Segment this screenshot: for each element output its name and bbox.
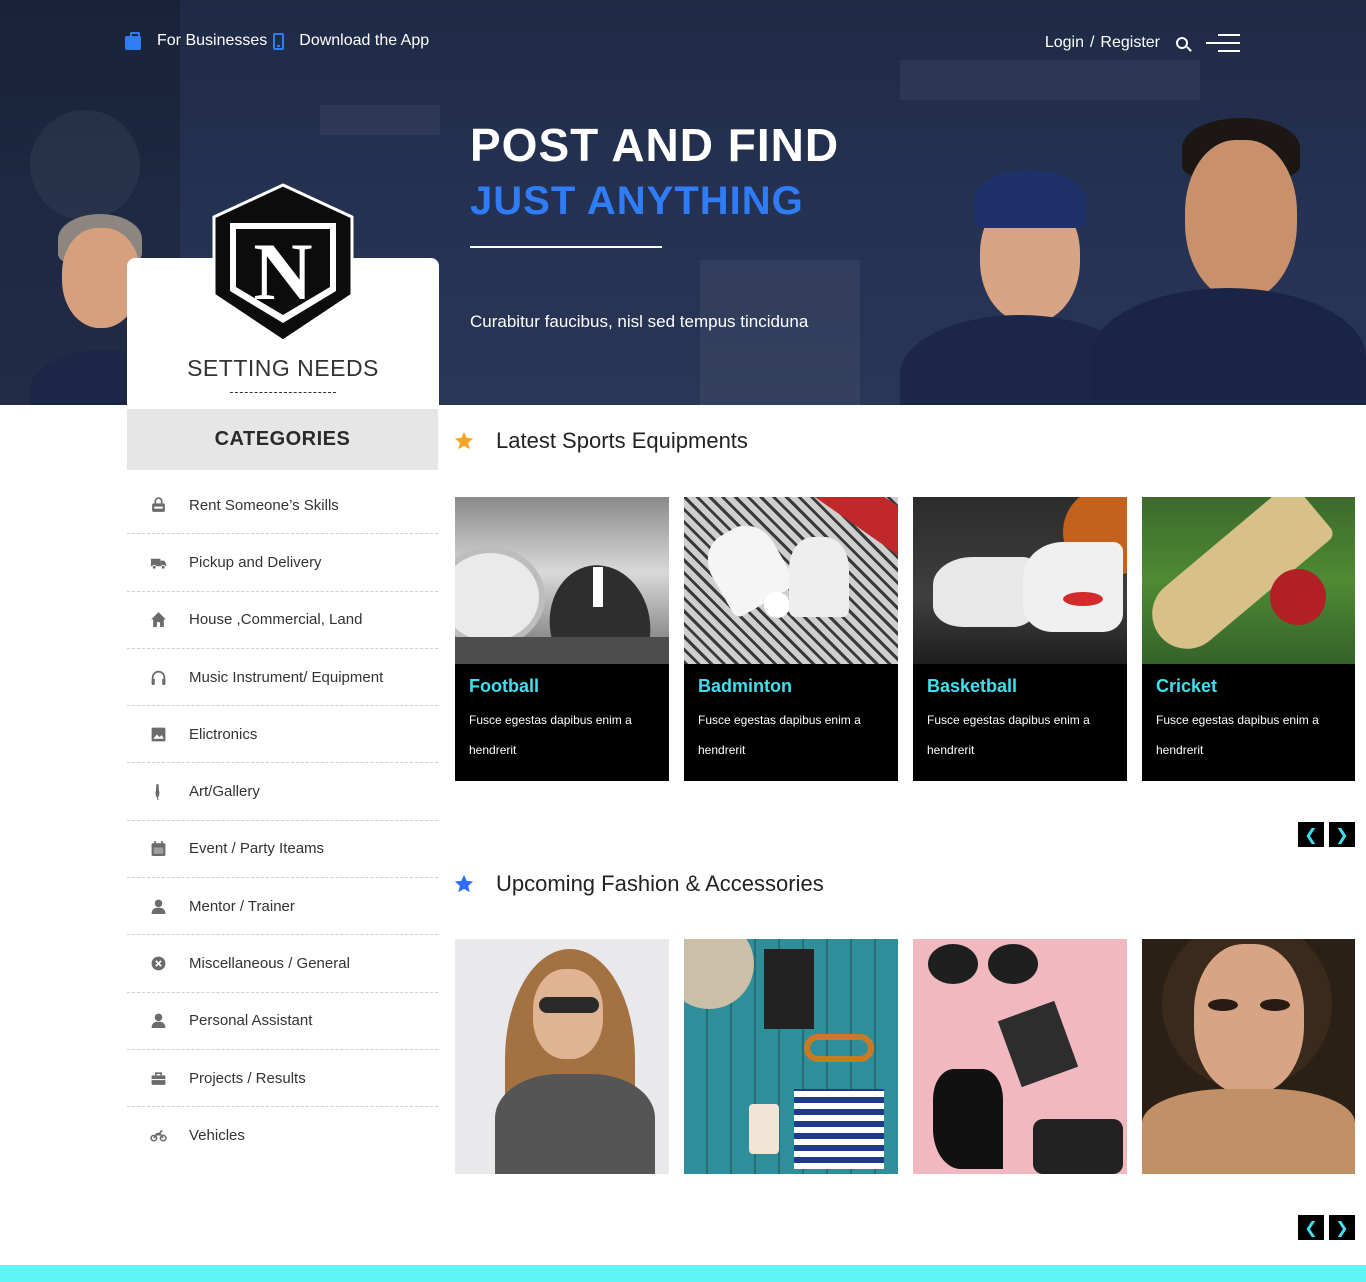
categories-list: Rent Someone’s Skills Pickup and Deliver… [127, 477, 438, 1165]
download-app-link[interactable]: Download the App [299, 32, 429, 50]
briefcase-icon [125, 32, 141, 50]
sport-card-badminton[interactable]: Badminton Fusce egestas dapibus enim a h… [684, 497, 898, 781]
briefcase-icon [127, 1070, 189, 1087]
category-item-music[interactable]: Music Instrument/ Equipment [127, 649, 438, 707]
star-icon [454, 431, 474, 450]
football-image [455, 497, 669, 664]
rent-icon [127, 496, 189, 514]
motorbike-icon [127, 1127, 189, 1144]
fashion-card-1[interactable] [455, 939, 669, 1174]
card-description: Fusce egestas dapibus enim a hendrerit [698, 713, 861, 757]
category-label: Pickup and Delivery [189, 553, 322, 571]
search-icon[interactable] [1176, 37, 1188, 49]
fashion-next-button[interactable]: ❯ [1329, 1215, 1355, 1240]
basketball-image [913, 497, 1127, 664]
category-item-house[interactable]: House ,Commercial, Land [127, 592, 438, 649]
fashion-card-3[interactable] [913, 939, 1127, 1174]
card-title: Basketball [927, 676, 1018, 696]
brand-logo-letter: N [253, 226, 312, 317]
category-item-vehicles[interactable]: Vehicles [127, 1107, 438, 1164]
category-label: Music Instrument/ Equipment [189, 668, 384, 686]
sports-prev-button[interactable]: ❮ [1298, 822, 1324, 847]
sport-card-basketball[interactable]: Basketball Fusce egestas dapibus enim a … [913, 497, 1127, 781]
category-item-mentor[interactable]: Mentor / Trainer [127, 878, 438, 936]
phone-icon [273, 32, 285, 50]
sport-card-football[interactable]: Football Fusce egestas dapibus enim a he… [455, 497, 669, 781]
brand-name: SETTING NEEDS [187, 355, 379, 381]
category-item-miscellaneous[interactable]: Miscellaneous / General [127, 935, 438, 993]
brand-underline [230, 392, 336, 393]
category-label: House ,Commercial, Land [189, 611, 363, 629]
fashion-card-2[interactable] [684, 939, 898, 1174]
category-label: Event / Party Iteams [189, 840, 325, 858]
category-item-projects[interactable]: Projects / Results [127, 1050, 438, 1108]
hero-tagline: Curabitur faucibus, nisl sed tempus tinc… [470, 312, 809, 331]
hamburger-menu-icon[interactable] [1206, 34, 1240, 52]
card-description: Fusce egestas dapibus enim a hendrerit [927, 713, 1090, 757]
user-icon [127, 1012, 189, 1029]
topbar-left: For Businesses Download the App [125, 32, 429, 50]
hero-headline-line2: JUST ANYTHING [470, 179, 804, 223]
hero-divider [470, 246, 662, 248]
category-item-art-gallery[interactable]: Art/Gallery [127, 763, 438, 821]
image-icon [127, 726, 189, 743]
cricket-image [1142, 497, 1355, 664]
sports-section-title: Latest Sports Equipments [454, 428, 748, 454]
fashion-card-4[interactable] [1142, 939, 1355, 1174]
category-label: Projects / Results [189, 1069, 306, 1087]
card-description: Fusce egestas dapibus enim a hendrerit [1156, 713, 1319, 757]
login-separator: / [1089, 34, 1095, 51]
hero-headline-line1: POST AND FIND [470, 119, 840, 171]
headphones-icon [127, 669, 189, 686]
topbar-right: Login / Register [1045, 34, 1240, 52]
sport-card-cricket[interactable]: Cricket Fusce egestas dapibus enim a hen… [1142, 497, 1355, 781]
close-circle-icon [127, 955, 189, 972]
category-label: Vehicles [189, 1127, 245, 1145]
star-icon [454, 874, 474, 893]
fashion-image-model [1142, 939, 1355, 1174]
register-link[interactable]: Register [1100, 34, 1160, 52]
for-businesses-link[interactable]: For Businesses [157, 32, 267, 50]
category-label: Elictronics [189, 725, 258, 743]
home-icon [127, 611, 189, 628]
category-item-event-party[interactable]: Event / Party Iteams [127, 821, 438, 879]
category-item-personal-assistant[interactable]: Personal Assistant [127, 993, 438, 1050]
card-title: Football [469, 676, 539, 696]
sports-next-button[interactable]: ❯ [1329, 822, 1355, 847]
card-title: Badminton [698, 676, 792, 696]
badminton-image [684, 497, 898, 664]
user-icon [127, 898, 189, 915]
login-link[interactable]: Login [1045, 34, 1084, 52]
calendar-icon [127, 840, 189, 857]
category-item-rent-skills[interactable]: Rent Someone’s Skills [127, 477, 438, 535]
fashion-prev-button[interactable]: ❮ [1298, 1215, 1324, 1240]
category-label: Miscellaneous / General [189, 955, 350, 973]
fashion-image-woman [455, 939, 669, 1174]
category-label: Art/Gallery [189, 783, 260, 801]
brush-icon [127, 783, 189, 801]
footer-bar [0, 1265, 1366, 1282]
category-label: Personal Assistant [189, 1012, 313, 1030]
brand-logo[interactable]: N [210, 183, 356, 343]
category-item-pickup-delivery[interactable]: Pickup and Delivery [127, 534, 438, 592]
fashion-section-heading: Upcoming Fashion & Accessories [496, 871, 824, 896]
fashion-section-title: Upcoming Fashion & Accessories [454, 871, 824, 897]
fashion-image-makeup [913, 939, 1127, 1174]
fashion-image-accessories-flatlay [684, 939, 898, 1174]
card-title: Cricket [1156, 676, 1218, 696]
category-label: Mentor / Trainer [189, 897, 295, 915]
categories-heading: CATEGORIES [127, 409, 438, 470]
hero-person-right [1090, 118, 1366, 405]
truck-icon [127, 554, 189, 571]
category-label: Rent Someone’s Skills [189, 496, 339, 514]
category-item-electronics[interactable]: Elictronics [127, 706, 438, 764]
card-description: Fusce egestas dapibus enim a hendrerit [469, 713, 632, 757]
sports-section-heading: Latest Sports Equipments [496, 428, 748, 453]
